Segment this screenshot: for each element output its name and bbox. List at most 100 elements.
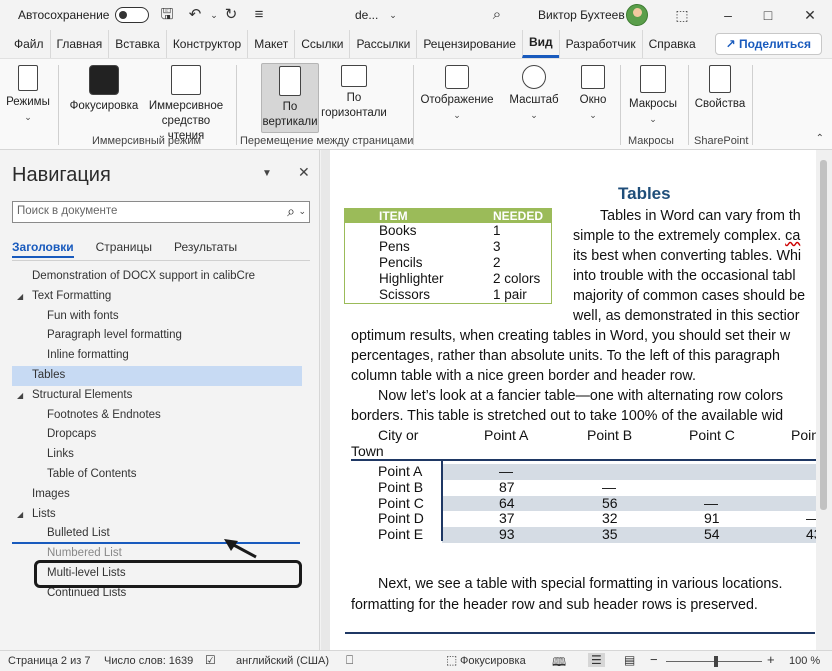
focus-label: Фокусировка [69, 100, 139, 112]
zoom-in-icon[interactable]: + [767, 652, 775, 667]
modes-button[interactable]: Режимы ⌄ [4, 63, 52, 125]
word-count[interactable]: Число слов: 1639 [104, 655, 193, 667]
properties-label: Свойства [694, 98, 746, 110]
tree-item[interactable]: Fun with fonts [12, 307, 302, 327]
zoom-level[interactable]: 100 % [789, 655, 820, 667]
tab-developer[interactable]: Разработчик [558, 30, 642, 58]
window-button[interactable]: Окно ⌄ [572, 63, 614, 123]
chevron-down-icon[interactable]: ⌄ [298, 206, 306, 217]
tree-item[interactable]: Table of Contents [12, 465, 302, 485]
maximize-icon[interactable]: □ [758, 5, 778, 25]
tab-references[interactable]: Ссылки [294, 30, 349, 58]
focus-mode-icon[interactable]: ⬚ [446, 653, 457, 667]
tab-headings[interactable]: Заголовки [12, 240, 74, 258]
close-icon[interactable]: ✕ [800, 5, 820, 25]
tree-item[interactable]: ◢ Text Formatting [12, 287, 302, 307]
doc-text-line: borders. This table is stretched out to … [351, 408, 784, 424]
share-button[interactable]: ↗︎ Поделиться [714, 33, 822, 55]
web-layout-icon[interactable]: ▤ [624, 653, 635, 667]
avatar[interactable] [626, 4, 648, 26]
tree-item-label: Lists [32, 507, 56, 520]
undo-icon[interactable]: ↶ [186, 6, 204, 24]
minimize-icon[interactable]: – [718, 5, 738, 25]
language-label[interactable]: английский (США) [236, 655, 329, 667]
nav-options-icon[interactable]: ▼ [262, 168, 272, 179]
vertical-button[interactable]: По вертикали [261, 63, 319, 133]
focus-button[interactable]: Фокусировка [66, 63, 142, 114]
autosave-toggle[interactable] [115, 7, 150, 23]
redo-icon[interactable]: ↻ [222, 6, 240, 24]
tab-results[interactable]: Результаты [174, 240, 237, 258]
tab-view[interactable]: Вид [521, 30, 559, 58]
customize-toolbar-icon[interactable]: ≡ [250, 6, 268, 24]
table-row: Point B 87 — [351, 479, 816, 496]
tree-item[interactable]: Paragraph level formatting [12, 326, 302, 346]
table-cell: 2 [493, 255, 501, 270]
tree-item[interactable]: Inline formatting [12, 346, 302, 366]
tab-design[interactable]: Конструктор [165, 30, 247, 58]
zoom-icon [522, 65, 546, 89]
read-mode-icon[interactable]: 🕮︎ [552, 653, 566, 671]
tab-home[interactable]: Главная [49, 30, 109, 58]
collapse-triangle-icon[interactable]: ◢ [17, 287, 23, 307]
collapse-triangle-icon[interactable]: ◢ [17, 505, 23, 525]
print-layout-icon[interactable]: ☰ [588, 653, 605, 667]
tree-item[interactable]: Footnotes & Endnotes [12, 406, 302, 426]
zoom-out-icon[interactable]: − [650, 652, 658, 667]
proofing-icon[interactable]: ☑ [205, 653, 216, 667]
tree-item[interactable]: Links [12, 445, 302, 465]
tree-item-selected[interactable]: Tables [12, 365, 302, 386]
zoom-button[interactable]: Масштаб ⌄ [506, 63, 562, 123]
macros-button[interactable]: Макросы ⌄ [624, 63, 682, 127]
table-cell: 54 [704, 526, 720, 543]
user-name[interactable]: Виктор Бухтеев [538, 8, 625, 22]
zoom-slider-thumb[interactable] [714, 656, 718, 667]
chevron-down-icon: ⌄ [453, 110, 461, 120]
table-header-row: City or Town Point A Point B Point C Poi… [351, 427, 816, 459]
tree-item[interactable]: Demonstration of DOCX support in calibCr… [12, 267, 302, 287]
tree-item[interactable]: ◢ Structural Elements [12, 386, 302, 406]
tab-file[interactable]: Файл [0, 30, 50, 58]
doc-text-line: into trouble with the occasional tabl [573, 268, 796, 284]
tree-item[interactable]: ◢ Lists [12, 505, 302, 525]
collapse-ribbon-icon[interactable]: ⌃ [816, 133, 824, 144]
tab-mailings[interactable]: Рассылки [349, 30, 416, 58]
tab-insert[interactable]: Вставка [108, 30, 166, 58]
scrollbar-thumb[interactable] [820, 160, 827, 510]
chevron-down-icon: ⌄ [530, 110, 538, 120]
tree-item[interactable]: Dropcaps [12, 425, 302, 445]
spelling-error[interactable]: ca [785, 228, 800, 244]
show-button[interactable]: Отображение ⌄ [418, 63, 496, 123]
ribbon-display-icon[interactable]: ⬚ [672, 5, 692, 25]
macro-record-icon[interactable]: ⎕ [346, 653, 353, 668]
doc-text-line: Tables in Word can vary from th [600, 208, 801, 224]
window-icon [581, 65, 605, 89]
undo-dropdown-icon[interactable]: ⌄ [205, 6, 223, 24]
nav-search-input[interactable]: Поиск в документе ⌕ ⌄ [12, 201, 310, 223]
tab-review[interactable]: Рецензирование [416, 30, 522, 58]
table-cell: 2 colors [493, 271, 541, 286]
collapse-triangle-icon[interactable]: ◢ [17, 386, 23, 406]
tree-item[interactable]: Images [12, 485, 302, 505]
search-icon[interactable]: ⌕ [287, 203, 295, 220]
document-title[interactable]: de... [355, 8, 378, 22]
focus-label[interactable]: Фокусировка [460, 655, 526, 667]
page-count[interactable]: Страница 2 из 7 [8, 655, 90, 667]
table-cell: 32 [602, 510, 618, 527]
horizontal-button[interactable]: По горизонтали [321, 63, 387, 121]
save-icon[interactable]: 🖫 [158, 6, 176, 24]
properties-button[interactable]: Свойства [692, 63, 748, 112]
tab-layout[interactable]: Макет [247, 30, 294, 58]
tab-pages[interactable]: Страницы [96, 240, 152, 258]
title-dropdown-icon[interactable]: ⌄ [384, 6, 402, 24]
nav-close-icon[interactable]: ✕ [298, 164, 310, 181]
window-label: Окно [579, 94, 607, 106]
search-icon[interactable]: ⌕ [488, 6, 506, 24]
document-page[interactable]: Tables ITEM NEEDED Books 1 Pens 3 Pencils 2… [330, 150, 816, 650]
vertical-label: По вертикали [262, 101, 318, 128]
doc-text-line: column table with a nice green border an… [351, 368, 696, 384]
tab-help[interactable]: Справка [641, 30, 702, 58]
table-cell: 1 pair [493, 287, 527, 302]
immersive-reader-button[interactable]: Иммерсивное средство чтения [144, 63, 228, 144]
tree-item-label: Links [47, 448, 74, 461]
